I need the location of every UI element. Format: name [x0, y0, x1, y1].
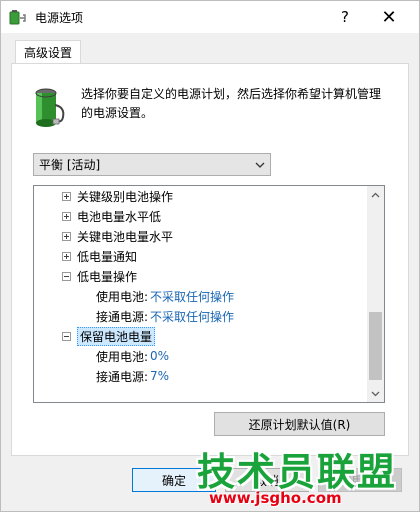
tree-item-critical-battery-action[interactable]: 关键级别电池操作 — [62, 186, 173, 206]
tree-item-label-selected: 保留电池电量 — [77, 326, 156, 346]
tree-item-label: 关键电池电量水平 — [77, 229, 174, 244]
tab-advanced-settings[interactable]: 高级设置 — [15, 40, 81, 64]
scroll-up-button[interactable] — [367, 186, 384, 203]
tree-item-label: 关键级别电池操作 — [77, 189, 174, 204]
tree-item-label: 低电量操作 — [77, 269, 138, 284]
setting-value-link[interactable]: 不采取任何操作 — [150, 308, 234, 325]
close-button[interactable]: ✕ — [367, 1, 411, 33]
cancel-button[interactable]: 取消 — [225, 468, 309, 492]
expand-icon[interactable] — [62, 231, 71, 241]
scroll-thumb[interactable] — [369, 312, 382, 380]
ok-button[interactable]: 确定 — [132, 468, 216, 492]
tree-item-reserve-battery-level[interactable]: 保留电池电量 — [62, 326, 156, 346]
chevron-down-icon — [255, 162, 265, 168]
tree-item-label: 低电量通知 — [77, 249, 138, 264]
settings-tree[interactable]: 关键级别电池操作 电池电量水平低 关键电池电量水平 低电量通知 低电量操作 使用… — [33, 185, 385, 403]
tree-item-low-battery-action[interactable]: 低电量操作 — [62, 266, 137, 286]
help-button[interactable]: ? — [323, 1, 367, 33]
expand-icon[interactable] — [62, 211, 71, 221]
power-options-dialog: 电源选项 ? ✕ 高级设置 选择你要自定义的电源计划，然后选择你希望计算机管理的… — [0, 0, 420, 512]
expand-icon[interactable] — [62, 191, 71, 201]
close-icon: ✕ — [381, 6, 397, 28]
tree-item-low-battery-level[interactable]: 电池电量水平低 — [62, 206, 161, 226]
restore-defaults-button[interactable]: 还原计划默认值(R) — [214, 412, 385, 436]
tree-subitem-on-battery[interactable]: 使用电池: 不采取任何操作 — [96, 286, 234, 306]
setting-label: 使用电池: — [96, 349, 149, 364]
chevron-up-icon — [371, 192, 380, 197]
battery-icon — [35, 88, 65, 127]
collapse-icon[interactable] — [62, 271, 71, 281]
battery-plug-icon — [9, 10, 26, 25]
apply-button[interactable]: 应用(A) — [318, 468, 402, 492]
tree-item-low-battery-notification[interactable]: 低电量通知 — [62, 246, 137, 266]
tree-subitem-plugged-in[interactable]: 接通电源: 不采取任何操作 — [96, 306, 234, 326]
setting-value-link[interactable]: 7% — [150, 369, 169, 383]
setting-value-link[interactable]: 不采取任何操作 — [150, 288, 234, 305]
power-plan-value: 平衡 [活动] — [39, 158, 101, 172]
setting-label: 使用电池: — [96, 289, 149, 304]
instruction-text: 选择你要自定义的电源计划，然后选择你希望计算机管理的电源设置。 — [81, 87, 382, 120]
tree-subitem-on-battery[interactable]: 使用电池: 0% — [96, 346, 169, 366]
tree-item-label: 电池电量水平低 — [77, 209, 162, 224]
setting-value-link[interactable]: 0% — [150, 349, 169, 363]
power-plan-select[interactable]: 平衡 [活动] — [33, 153, 271, 176]
scroll-down-button[interactable] — [367, 385, 384, 402]
setting-label: 接通电源: — [96, 309, 149, 324]
vertical-scrollbar[interactable] — [367, 186, 384, 402]
collapse-icon[interactable] — [62, 331, 71, 341]
setting-label: 接通电源: — [96, 369, 149, 384]
expand-icon[interactable] — [62, 251, 71, 261]
title-bar[interactable]: 电源选项 ? ✕ — [1, 1, 419, 33]
window-title: 电源选项 — [35, 11, 84, 25]
tree-item-critical-battery-level[interactable]: 关键电池电量水平 — [62, 226, 173, 246]
tree-subitem-plugged-in[interactable]: 接通电源: 7% — [96, 366, 169, 386]
chevron-down-icon — [371, 391, 380, 396]
